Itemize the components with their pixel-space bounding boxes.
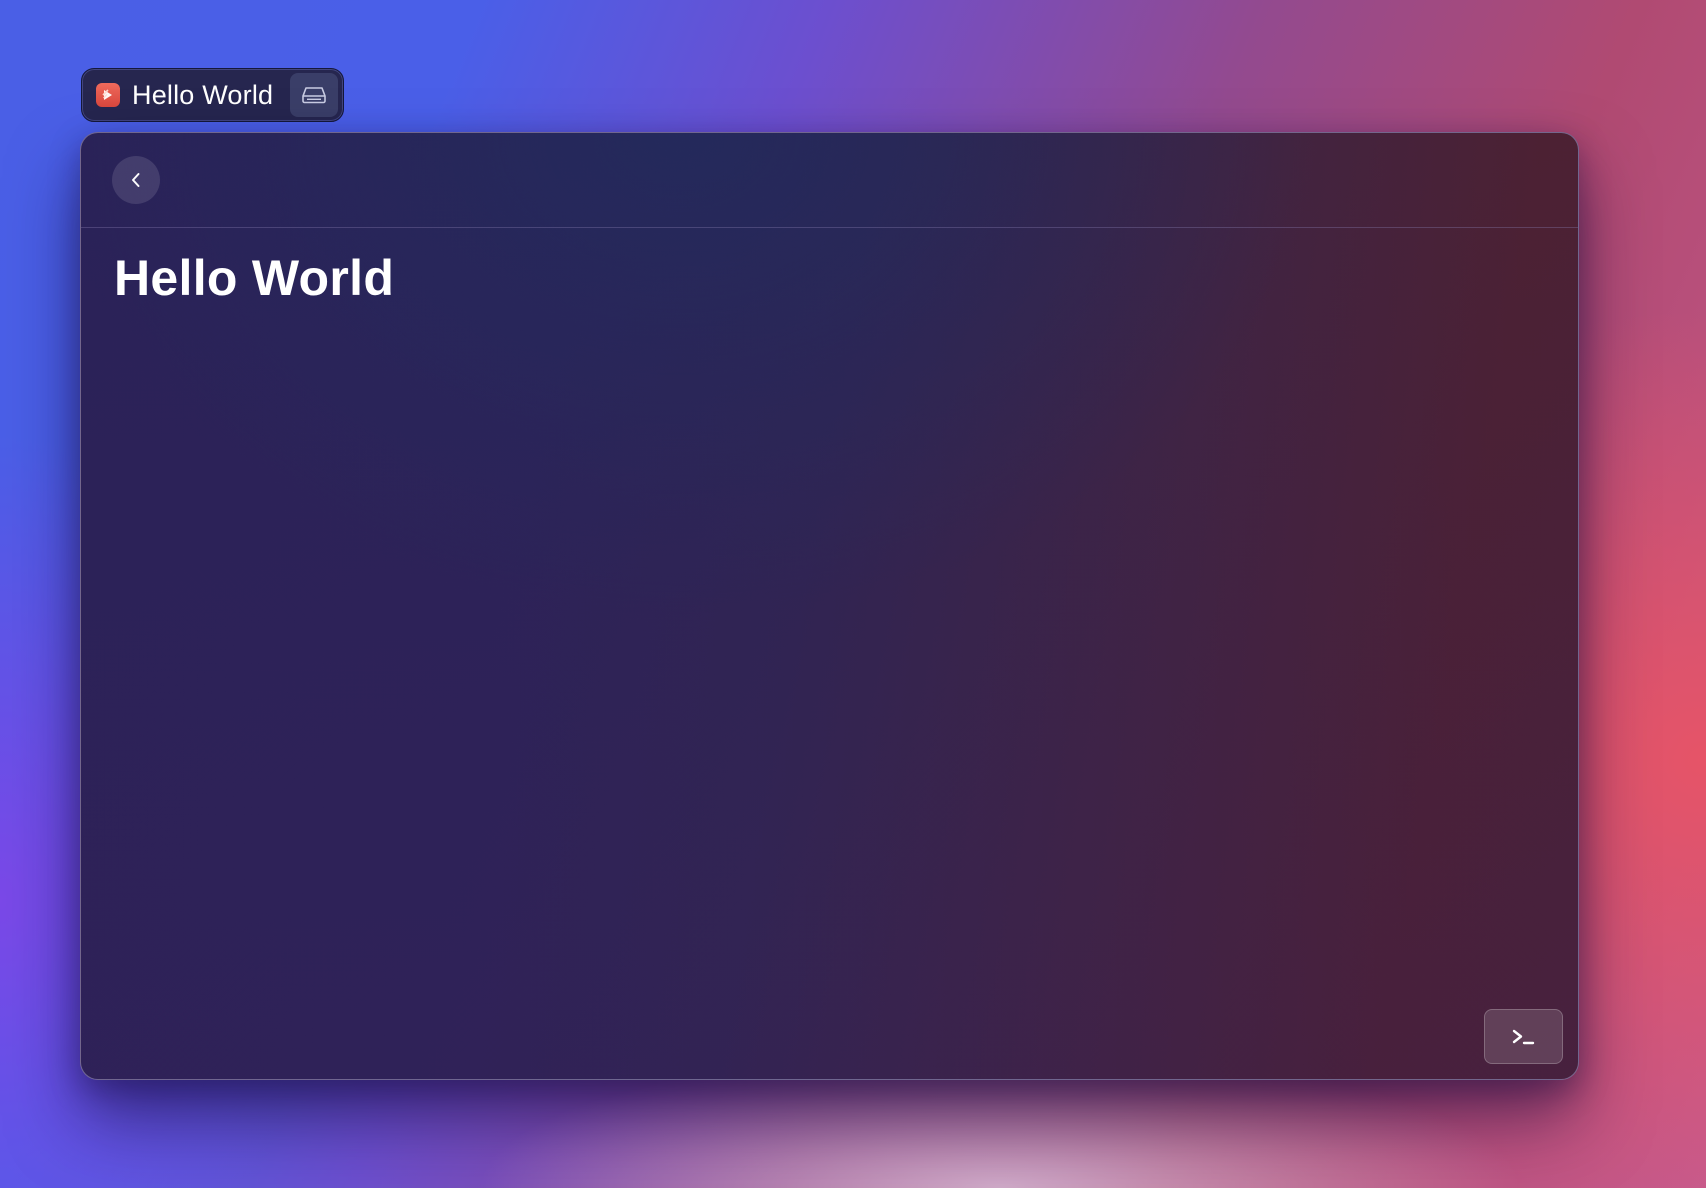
page-title: Hello World bbox=[114, 250, 395, 306]
drive-icon bbox=[302, 87, 326, 104]
drive-button[interactable] bbox=[290, 73, 338, 117]
back-button[interactable] bbox=[112, 156, 160, 204]
toolbar bbox=[81, 133, 1578, 228]
app-tab[interactable]: Hello World bbox=[81, 68, 344, 122]
terminal-icon bbox=[1512, 1029, 1534, 1044]
app-logo-icon bbox=[96, 83, 120, 107]
main-window: Hello World bbox=[80, 132, 1579, 1080]
app-tab-title: Hello World bbox=[132, 79, 274, 110]
chevron-left-icon bbox=[132, 173, 140, 187]
terminal-button[interactable] bbox=[1484, 1009, 1563, 1064]
